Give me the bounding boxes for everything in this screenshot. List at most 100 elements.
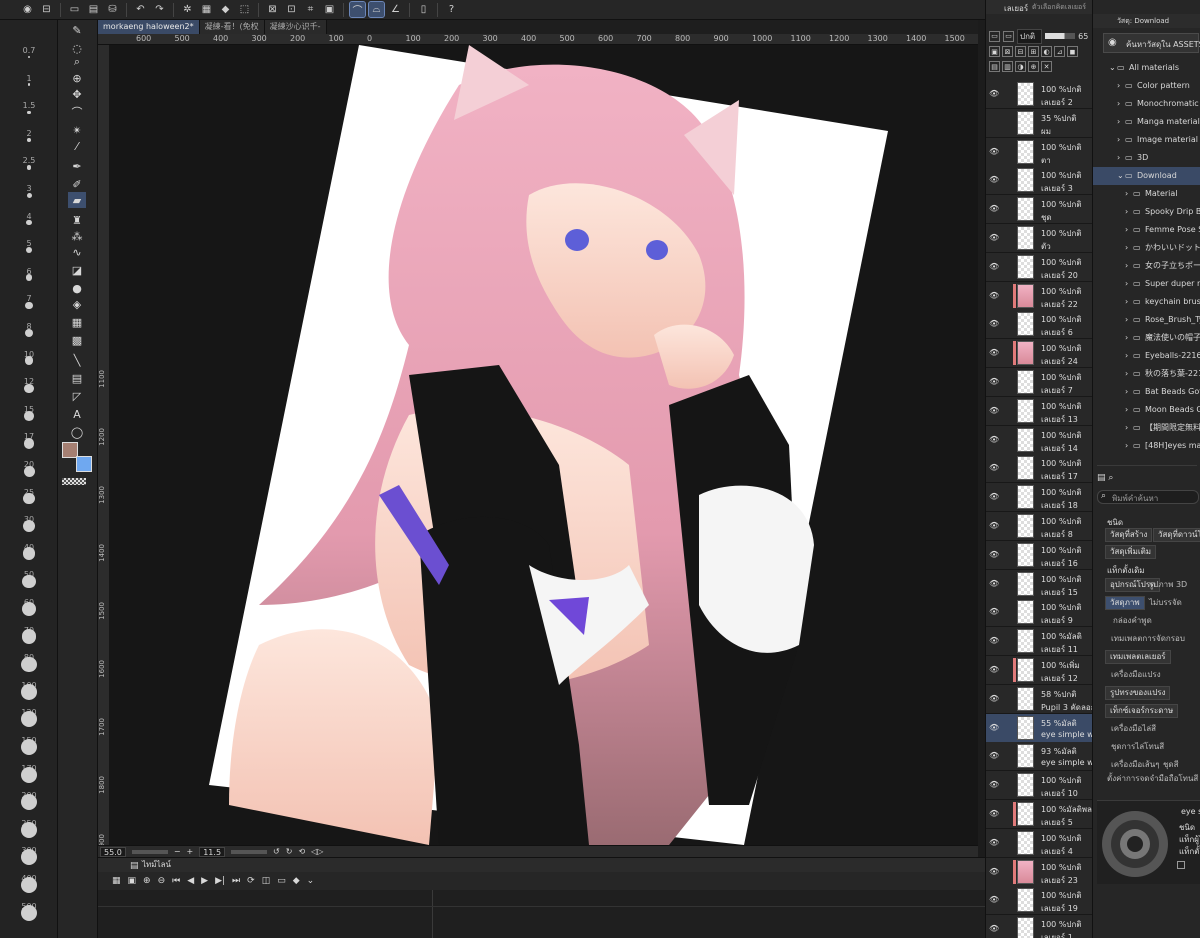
snap-icon[interactable]: ⌓ (368, 1, 385, 18)
material-tree-item[interactable]: › ▭ Material (1093, 185, 1200, 203)
magic-wand-icon[interactable]: ✴ (68, 122, 86, 138)
timeline-more-icon[interactable]: ⌄ (307, 876, 315, 886)
document-tab[interactable]: 凝練沙心识千- (264, 20, 327, 34)
tree-expand-icon[interactable]: ⌄ (1117, 167, 1124, 185)
visibility-eye-icon[interactable]: 👁 (989, 406, 999, 415)
brush-size-dot[interactable] (25, 274, 33, 282)
brush-size-dot[interactable] (25, 247, 33, 254)
brush-size-dot[interactable] (26, 219, 32, 226)
undo-icon[interactable]: ↶ (133, 2, 148, 17)
layer-row[interactable]: 👁 100 %ปกติ เลเยอร์ 10 (986, 771, 1093, 801)
clip-icon[interactable]: ▭ (1003, 30, 1014, 42)
tag-button[interactable]: รูปทรงของแปรง (1105, 686, 1171, 700)
tag-button[interactable]: เท็กซ์เจอร์กระดาษ (1105, 704, 1179, 718)
layer-row[interactable]: 👁 100 %ปกติ เลเยอร์ 15 (986, 569, 1093, 599)
layer-row[interactable]: 👁 100 %ปกติ เลเยอร์ 9 (986, 598, 1093, 628)
brush-size-dot[interactable] (23, 492, 35, 505)
layer-property-tab[interactable]: ตัวเลือกคิดเลเยอร์ (1032, 2, 1086, 13)
visibility-eye-icon[interactable]: 👁 (989, 780, 999, 789)
tree-expand-icon[interactable]: › (1125, 401, 1128, 419)
layer-row[interactable]: 👁 100 %ปกติ เลเยอร์ 16 (986, 540, 1093, 570)
brush-size-dot[interactable] (28, 56, 30, 58)
kind-button[interactable]: วัสดุเพิ่มเติม (1105, 545, 1157, 559)
layer-row[interactable]: 👁 100 %ปกติ เลเยอร์ 2 (986, 80, 1093, 109)
material-tree-item[interactable]: › ▭ 3D (1093, 149, 1200, 167)
brush-size-dot[interactable] (26, 192, 32, 198)
material-tree-item[interactable]: › ▭ Moon Beads Goth (1093, 401, 1200, 419)
layer-row[interactable]: 👁 100 %ปกติ ตัว (986, 224, 1093, 253)
tree-expand-icon[interactable]: › (1125, 365, 1128, 383)
layer-reference-icon[interactable]: ⊟ (1015, 46, 1026, 57)
brush-size-dot[interactable] (22, 520, 36, 533)
new-mask-icon[interactable]: ◑ (1015, 61, 1026, 72)
prev-frame-icon[interactable]: ◀ (187, 876, 194, 886)
visibility-eye-icon[interactable]: 👁 (989, 291, 999, 300)
timeline-zoom-out-icon[interactable]: ⊖ (158, 876, 166, 886)
layer-row[interactable]: 👁 100 %ปกติ เลเยอร์ 4 (986, 828, 1093, 858)
visibility-eye-icon[interactable]: 👁 (989, 521, 999, 530)
play-icon[interactable]: ▶ (201, 876, 208, 886)
visibility-eye-icon[interactable]: 👁 (989, 435, 999, 444)
transparent-color-swatch[interactable] (62, 478, 86, 485)
layer-row[interactable]: 👁 100 %ปกติ เลเยอร์ 3 (986, 166, 1093, 196)
document-tab[interactable]: 凝練-看！(免权 (199, 20, 265, 34)
layer-row[interactable]: 👁 55 %มัลติeye simple with an (986, 713, 1093, 743)
material-tree-item[interactable]: › ▭ かわいいドットのエフェ (1093, 239, 1200, 257)
new-folder-icon[interactable]: ▥ (1002, 61, 1013, 72)
tree-expand-icon[interactable]: › (1117, 77, 1120, 95)
document-tab[interactable]: morkaeng haloween2* (98, 20, 200, 34)
layer-row[interactable]: 👁 100 %ปกติ ชุด (986, 195, 1093, 225)
material-search-input[interactable]: ⌕ พิมพ์คำค้นหา (1097, 490, 1199, 504)
layer-row[interactable]: 👁 58 %ปกติ Pupil 3 คัดลอก (986, 684, 1093, 714)
brush-size-dot[interactable] (23, 438, 35, 449)
brush-size-dot[interactable] (27, 83, 31, 86)
timeline-new-icon[interactable]: ▦ (112, 876, 121, 886)
material-tree-item[interactable]: ⌄ ▭ All materials (1093, 59, 1200, 77)
next-frame-icon[interactable]: ▶| (215, 876, 225, 886)
layer-row[interactable]: 👁 100 %ปกติ เลเยอร์ 22 (986, 281, 1093, 311)
material-tree-item[interactable]: › ▭ Femme Pose Set (1093, 221, 1200, 239)
tree-expand-icon[interactable]: › (1125, 383, 1128, 401)
text-tool-icon[interactable]: A (68, 406, 86, 422)
brush-size-dot[interactable] (21, 849, 37, 866)
layer-tab[interactable]: เลเยอร์ (1004, 2, 1028, 15)
blend-tool-icon[interactable]: ● (68, 280, 86, 296)
brush-size-dot[interactable] (21, 794, 37, 811)
fill-icon[interactable]: ◆ (218, 2, 233, 17)
tree-expand-icon[interactable]: › (1125, 257, 1128, 275)
material-tab[interactable]: วัสดุ: Download (1117, 16, 1169, 27)
tree-expand-icon[interactable]: › (1125, 311, 1128, 329)
decoration-tool-icon[interactable]: ∿ (68, 244, 86, 260)
material-tree-item[interactable]: › ▭ Super duper retro (1093, 275, 1200, 293)
flip-icon[interactable]: ◁▷ (311, 847, 323, 856)
layer-row[interactable]: 👁 100 %ปกติ เลเยอร์ 8 (986, 512, 1093, 541)
brush-size-dot[interactable] (21, 656, 37, 672)
new-raster-layer-icon[interactable]: ▤ (989, 61, 1000, 72)
visibility-eye-icon[interactable]: 👁 (989, 262, 999, 271)
ruler-tool-icon[interactable]: ◸ (68, 388, 86, 404)
visibility-eye-icon[interactable]: 👁 (989, 233, 999, 242)
layer-row[interactable]: 👁 100 %เพิ่ม เลเยอร์ 12 (986, 656, 1093, 685)
visibility-eye-icon[interactable]: 👁 (989, 89, 999, 98)
preview-checkbox[interactable] (1177, 861, 1185, 869)
tree-expand-icon[interactable]: › (1125, 347, 1128, 365)
kind-button[interactable]: วัสดุที่ดาวน์โหลด (1153, 528, 1200, 542)
angle-slider[interactable] (231, 849, 268, 854)
material-tree-item[interactable]: › ▭ Bat Beads Goth J (1093, 383, 1200, 401)
tree-expand-icon[interactable]: › (1125, 437, 1128, 455)
timeline-zoom-in-icon[interactable]: ⊕ (143, 876, 151, 886)
brush-size-dot[interactable] (21, 739, 37, 755)
rotate-left-icon[interactable]: ↺ (273, 847, 280, 856)
tag-button[interactable]: เทมเพลตเลเยอร์ (1105, 650, 1171, 664)
line-tool-icon[interactable]: ╲ (68, 352, 86, 368)
brush-size-dot[interactable] (21, 766, 37, 783)
brush-size-dot[interactable] (25, 329, 33, 337)
layer-alpha-lock-icon[interactable]: ⊠ (1002, 46, 1013, 57)
opacity-value[interactable]: 65 (1078, 32, 1088, 41)
merge-layer-icon[interactable]: ⊕ (1028, 61, 1039, 72)
object-tool-icon[interactable]: ⊕ (68, 70, 86, 86)
visibility-eye-icon[interactable]: 👁 (989, 377, 999, 386)
save-icon[interactable]: ⛁ (105, 2, 120, 17)
material-tree-item[interactable]: ⌄ ▭ Download (1093, 167, 1200, 185)
tag-button[interactable]: ไม่บรรจัด (1149, 596, 1182, 609)
